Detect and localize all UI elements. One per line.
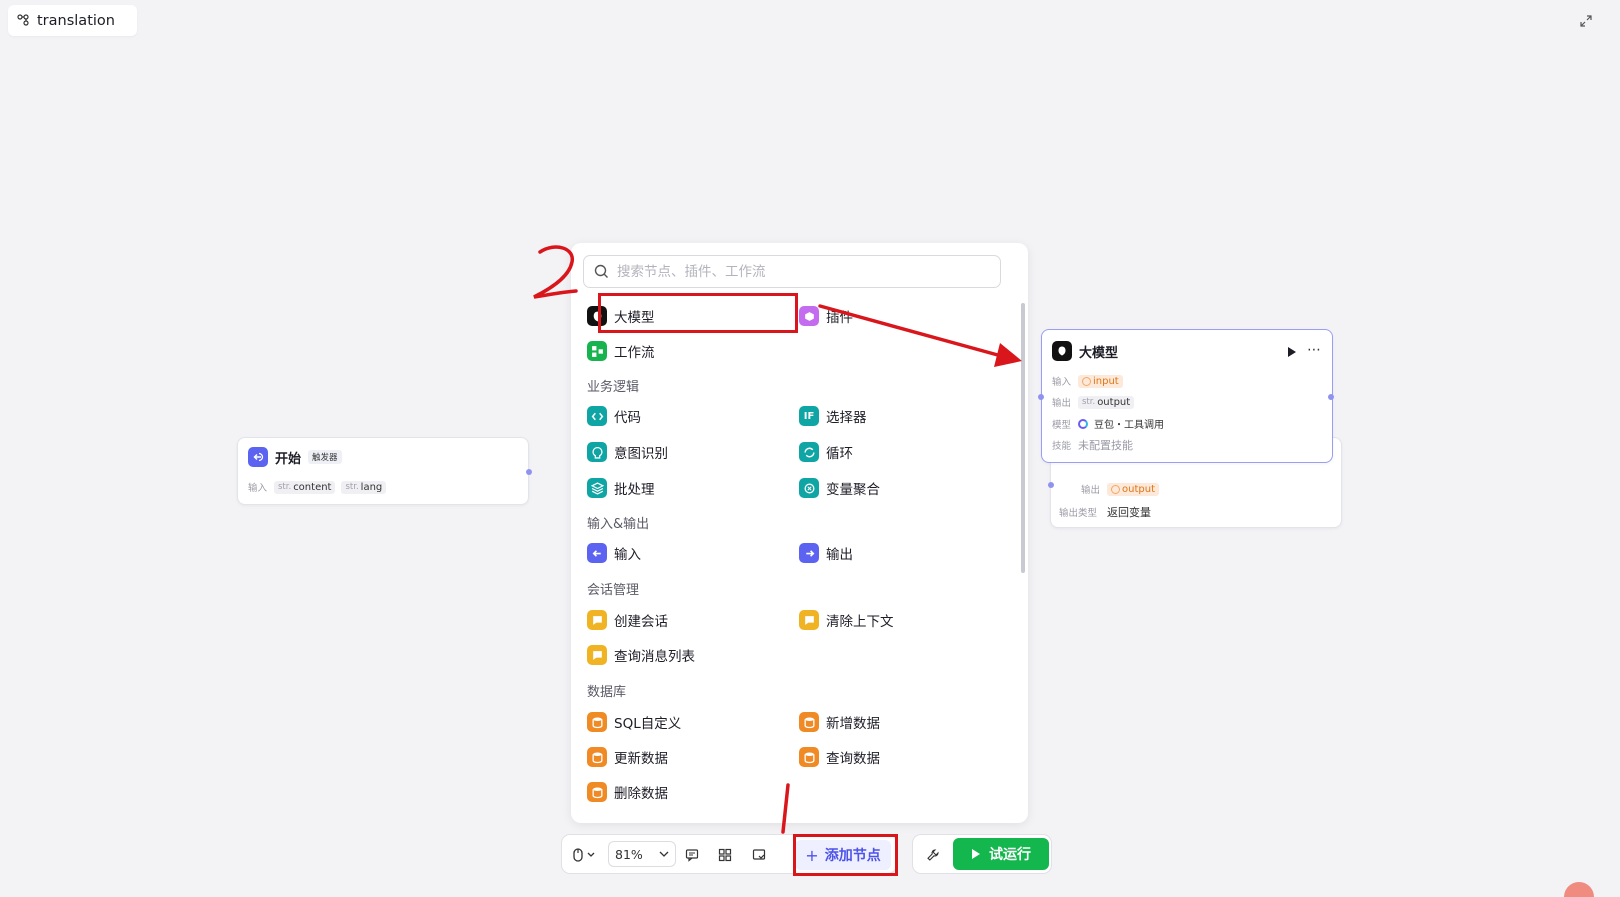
conversation-icon (587, 610, 607, 630)
section-title: 会话管理 (587, 583, 640, 598)
layout-icon[interactable] (716, 846, 734, 864)
node-item-workflow[interactable]: 工作流 (587, 338, 655, 364)
start-param-tag: str. lang (341, 480, 387, 494)
chevron-down-icon (659, 851, 669, 857)
output-icon (799, 543, 819, 563)
comment-icon[interactable] (683, 846, 701, 864)
node-item-query-data[interactable]: 查询数据 (799, 744, 880, 770)
node-item-code[interactable]: 代码 (587, 403, 641, 429)
node-item-loop[interactable]: 循环 (799, 439, 853, 465)
end-type-value: 返回变量 (1107, 506, 1151, 519)
workflow-node-icon (587, 341, 607, 361)
llm-input-key: 输入 (1052, 377, 1072, 388)
node-item-selector[interactable]: IF 选择器 (799, 403, 867, 429)
llm-node-icon (1052, 341, 1072, 361)
start-param-tag: str. content (274, 480, 336, 494)
doubao-icon (1078, 418, 1088, 429)
run-node-icon[interactable] (1287, 343, 1297, 362)
workflow-title-chip[interactable]: translation (8, 5, 137, 36)
fullscreen-icon[interactable] (1580, 12, 1598, 30)
section-title: 输入&输出 (587, 517, 650, 532)
workflow-title: translation (37, 12, 115, 29)
node-item-batch[interactable]: 批处理 (587, 475, 655, 501)
llm-model-key: 模型 (1052, 419, 1072, 431)
database-update-icon (587, 747, 607, 767)
clear-context-icon (799, 610, 819, 630)
node-item-insert-data[interactable]: 新增数据 (799, 709, 880, 735)
if-icon: IF (799, 406, 819, 426)
mouse-mode-icon[interactable] (570, 846, 600, 864)
batch-icon (587, 478, 607, 498)
node-item-create-conversation[interactable]: 创建会话 (587, 607, 668, 633)
llm-output-key: 输出 (1052, 398, 1072, 409)
loop-icon (799, 442, 819, 462)
start-node-title: 开始 (275, 451, 302, 467)
wrench-icon[interactable] (926, 847, 940, 866)
annotation-digit-2-stroke (533, 245, 578, 299)
llm-model-value: 豆包・工具调用 (1094, 420, 1164, 431)
node-search-input[interactable] (617, 263, 977, 280)
minimap-icon[interactable] (750, 846, 768, 864)
start-node[interactable]: 开始 触发器 输入 str. content str. lang (237, 437, 532, 505)
node-item-update-data[interactable]: 更新数据 (587, 744, 668, 770)
more-icon[interactable]: ⋯ (1307, 342, 1322, 358)
node-item-output[interactable]: 输出 (799, 540, 853, 566)
trigger-badge: 触发器 (308, 450, 342, 464)
database-add-icon (799, 712, 819, 732)
database-query-icon (799, 747, 819, 767)
start-input-key: 输入 (248, 483, 268, 494)
aggregate-icon (799, 478, 819, 498)
annotation-box-add-node (793, 834, 898, 876)
panel-scrollbar[interactable] (1021, 303, 1025, 573)
plugin-icon (799, 306, 819, 326)
llm-skill-key: 技能 (1052, 441, 1072, 452)
code-icon (587, 406, 607, 426)
node-item-plugin[interactable]: 插件 (799, 303, 853, 329)
llm-node-title: 大模型 (1079, 345, 1119, 361)
end-input-port[interactable] (1048, 482, 1054, 488)
end-type-key: 输出类型 (1059, 508, 1098, 519)
test-run-button[interactable]: 试运行 (953, 838, 1049, 870)
node-item-sql[interactable]: SQL自定义 (587, 709, 681, 735)
end-output-tag: output (1107, 482, 1159, 496)
intent-icon (587, 442, 607, 462)
llm-output-tag: str. output (1078, 395, 1135, 409)
llm-skill-value: 未配置技能 (1078, 439, 1133, 452)
node-item-intent[interactable]: 意图识别 (587, 439, 668, 465)
start-node-icon (248, 447, 268, 467)
run-toolbar: 试运行 (912, 834, 1052, 874)
llm-input-tag: input (1078, 374, 1123, 388)
start-output-port[interactable] (526, 469, 532, 475)
node-item-delete-data[interactable]: 删除数据 (587, 779, 668, 805)
llm-node[interactable]: 大模型 ⋯ 输入 input 输出 str. output 模型 豆包・工具调用 … (1038, 329, 1334, 463)
database-icon (587, 712, 607, 732)
end-output-key: 输出 (1081, 485, 1101, 496)
message-list-icon (587, 645, 607, 665)
search-icon (594, 264, 608, 278)
llm-input-port[interactable] (1038, 394, 1044, 400)
node-item-query-messages[interactable]: 查询消息列表 (587, 642, 695, 668)
node-search-box[interactable] (583, 255, 1001, 288)
database-delete-icon (587, 782, 607, 802)
node-item-var-aggregate[interactable]: 变量聚合 (799, 475, 880, 501)
play-icon (972, 849, 980, 859)
node-item-clear-context[interactable]: 清除上下文 (799, 607, 894, 633)
annotation-box-llm (598, 293, 798, 333)
zoom-value: 81% (615, 846, 643, 862)
input-icon (587, 543, 607, 563)
section-title: 数据库 (587, 685, 627, 700)
section-title: 业务逻辑 (587, 380, 640, 395)
avatar[interactable] (1564, 882, 1594, 897)
llm-output-port[interactable] (1328, 394, 1334, 400)
workflow-icon (17, 11, 29, 30)
zoom-select[interactable]: 81% (608, 841, 676, 867)
node-item-input[interactable]: 输入 (587, 540, 641, 566)
